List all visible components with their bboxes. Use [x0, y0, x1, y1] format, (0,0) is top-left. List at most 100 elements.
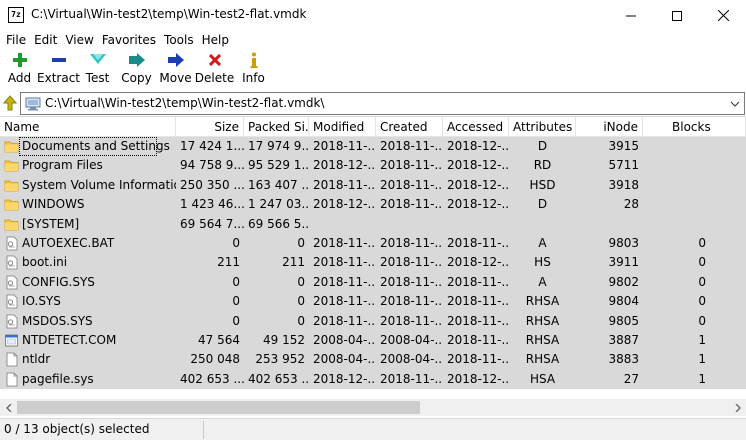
- folder-icon: [4, 199, 19, 211]
- cell-name: MSDOS.SYS: [22, 313, 93, 328]
- column-header-attributes[interactable]: Attributes: [509, 117, 576, 137]
- cell-attributes: D: [537, 197, 548, 212]
- cell-attributes: A: [538, 274, 547, 289]
- drive-icon: [25, 97, 41, 111]
- cell-inode: 3883: [608, 352, 639, 367]
- delete-button[interactable]: Delete: [195, 50, 234, 90]
- cell-accessed: 2018-11-...: [447, 352, 509, 367]
- column-header-packed-size[interactable]: Packed Si...: [244, 117, 309, 137]
- table-row[interactable]: MSDOS.SYS 0 0 2018-11-... 2018-11-... 2018-11…: [0, 311, 746, 331]
- folder-icon: [4, 160, 19, 172]
- cell-attributes: RD: [533, 158, 552, 173]
- menu-tools[interactable]: Tools: [161, 31, 197, 50]
- cell-modified: 2018-11-...: [313, 274, 376, 289]
- chevron-left-icon: [5, 403, 11, 412]
- add-button[interactable]: Add: [0, 50, 39, 90]
- copy-button[interactable]: Copy: [117, 50, 156, 90]
- table-row[interactable]: [SYSTEM] 69 564 7... 69 566 5...: [0, 214, 746, 234]
- cell-modified: 2018-11-...: [313, 313, 376, 328]
- list-rows: Documents and Settings 17 424 1... 17 974 …: [0, 137, 746, 399]
- cell-attributes: RHSA: [525, 294, 560, 309]
- horizontal-scrollbar[interactable]: [0, 399, 746, 416]
- table-row[interactable]: boot.ini 211 211 2018-11-... 2018-11-... 2018…: [0, 253, 746, 273]
- minimize-button[interactable]: [608, 0, 654, 31]
- cell-size: 0: [232, 313, 240, 328]
- plus-icon: [11, 52, 29, 68]
- column-header-modified[interactable]: Modified: [309, 117, 376, 137]
- maximize-button[interactable]: [654, 0, 700, 31]
- chevron-right-icon: [735, 403, 741, 412]
- cell-accessed: 2018-11-...: [447, 274, 509, 289]
- cell-packed-size: 0: [297, 313, 305, 328]
- cell-attributes: D: [537, 139, 548, 153]
- cell-packed-size: 17 974 9...: [248, 139, 309, 153]
- config-file-icon: [6, 294, 18, 309]
- extract-label: Extract: [37, 71, 80, 85]
- app-icon: 7z: [8, 7, 24, 23]
- chevron-down-icon[interactable]: [730, 99, 740, 109]
- column-header-size[interactable]: Size: [176, 117, 244, 137]
- move-button[interactable]: Move: [156, 50, 195, 90]
- up-folder-button[interactable]: [2, 94, 18, 112]
- table-row[interactable]: ntldr 250 048 253 952 2008-04-... 2008-04-..…: [0, 350, 746, 370]
- table-row[interactable]: CONFIG.SYS 0 0 2018-11-... 2018-11-... 2018-1…: [0, 272, 746, 293]
- scroll-right-button[interactable]: [729, 399, 746, 416]
- table-row[interactable]: IO.SYS 0 0 2018-11-... 2018-11-... 2018-11-..…: [0, 292, 746, 312]
- cell-created: [376, 215, 443, 234]
- table-row[interactable]: AUTOEXEC.BAT 0 0 2018-11-... 2018-11-... 2018…: [0, 234, 746, 254]
- move-arrow-icon: [167, 52, 185, 68]
- column-header-inode[interactable]: iNode: [576, 117, 643, 137]
- cell-inode: 3915: [608, 139, 639, 153]
- menu-edit[interactable]: Edit: [31, 31, 60, 50]
- table-row[interactable]: Documents and Settings 17 424 1... 17 974 …: [0, 137, 746, 157]
- column-header-accessed[interactable]: Accessed: [443, 117, 509, 137]
- test-button[interactable]: Test: [78, 50, 117, 90]
- copy-arrow-icon: [128, 52, 146, 68]
- cell-name: AUTOEXEC.BAT: [22, 236, 115, 250]
- info-button[interactable]: Info: [234, 50, 273, 90]
- cell-modified: 2008-04-...: [313, 333, 376, 347]
- file-icon: [6, 352, 18, 367]
- cell-inode: 9805: [608, 313, 639, 328]
- column-header-name[interactable]: Name: [0, 117, 176, 137]
- info-label: Info: [242, 71, 265, 85]
- menu-help[interactable]: Help: [199, 31, 232, 50]
- close-button[interactable]: [700, 0, 746, 31]
- cell-attributes: RHSA: [525, 352, 560, 367]
- cell-name: pagefile.sys: [22, 371, 94, 386]
- table-row[interactable]: Program Files 94 758 9... 95 529 1... 2018-…: [0, 156, 746, 176]
- table-row[interactable]: pagefile.sys 402 653 ... 402 653 ... 2018-1…: [0, 369, 746, 390]
- cell-packed-size: 0: [297, 274, 305, 289]
- table-row[interactable]: WINDOWS 1 423 46... 1 247 03... 2018-12-...…: [0, 195, 746, 215]
- cell-blocks: 0: [698, 313, 706, 328]
- address-bar[interactable]: C:\Virtual\Win-test2\temp\Win-test2-flat…: [20, 92, 745, 115]
- cell-accessed: 2018-12-...: [447, 158, 509, 173]
- cell-attributes: A: [538, 236, 547, 250]
- column-header-blocks[interactable]: Blocks: [643, 117, 746, 137]
- menu-view[interactable]: View: [62, 31, 96, 50]
- scroll-left-button[interactable]: [0, 399, 17, 416]
- cell-created: 2018-11-...: [380, 371, 443, 386]
- cell-size: 250 048: [190, 352, 240, 367]
- cell-inode: 3887: [608, 333, 639, 347]
- file-list[interactable]: Name Size Packed Si... Modified Created …: [0, 116, 746, 416]
- cell-attributes: HSD: [529, 177, 556, 192]
- column-header-created[interactable]: Created: [376, 117, 443, 137]
- table-row[interactable]: NTDETECT.COM 47 564 49 152 2008-04-... 2008-…: [0, 331, 746, 351]
- folder-icon: [4, 141, 19, 153]
- cell-inode: 28: [623, 197, 639, 212]
- checkmark-icon: [89, 52, 107, 68]
- cell-name: System Volume Information: [22, 177, 176, 192]
- extract-button[interactable]: Extract: [37, 50, 80, 90]
- menu-file[interactable]: File: [3, 31, 29, 50]
- cell-size: 0: [232, 236, 240, 250]
- menu-favorites[interactable]: Favorites: [99, 31, 159, 50]
- address-path: C:\Virtual\Win-test2\temp\Win-test2-flat…: [45, 96, 325, 110]
- config-file-icon: [6, 275, 18, 290]
- scroll-thumb[interactable]: [17, 401, 420, 414]
- cell-blocks: 0: [698, 255, 706, 270]
- status-bar: 0 / 13 object(s) selected: [0, 418, 746, 440]
- table-row[interactable]: System Volume Information 250 350 ... 163 …: [0, 175, 746, 196]
- cell-created: 2018-11-...: [380, 236, 443, 250]
- cell-inode: [576, 215, 643, 234]
